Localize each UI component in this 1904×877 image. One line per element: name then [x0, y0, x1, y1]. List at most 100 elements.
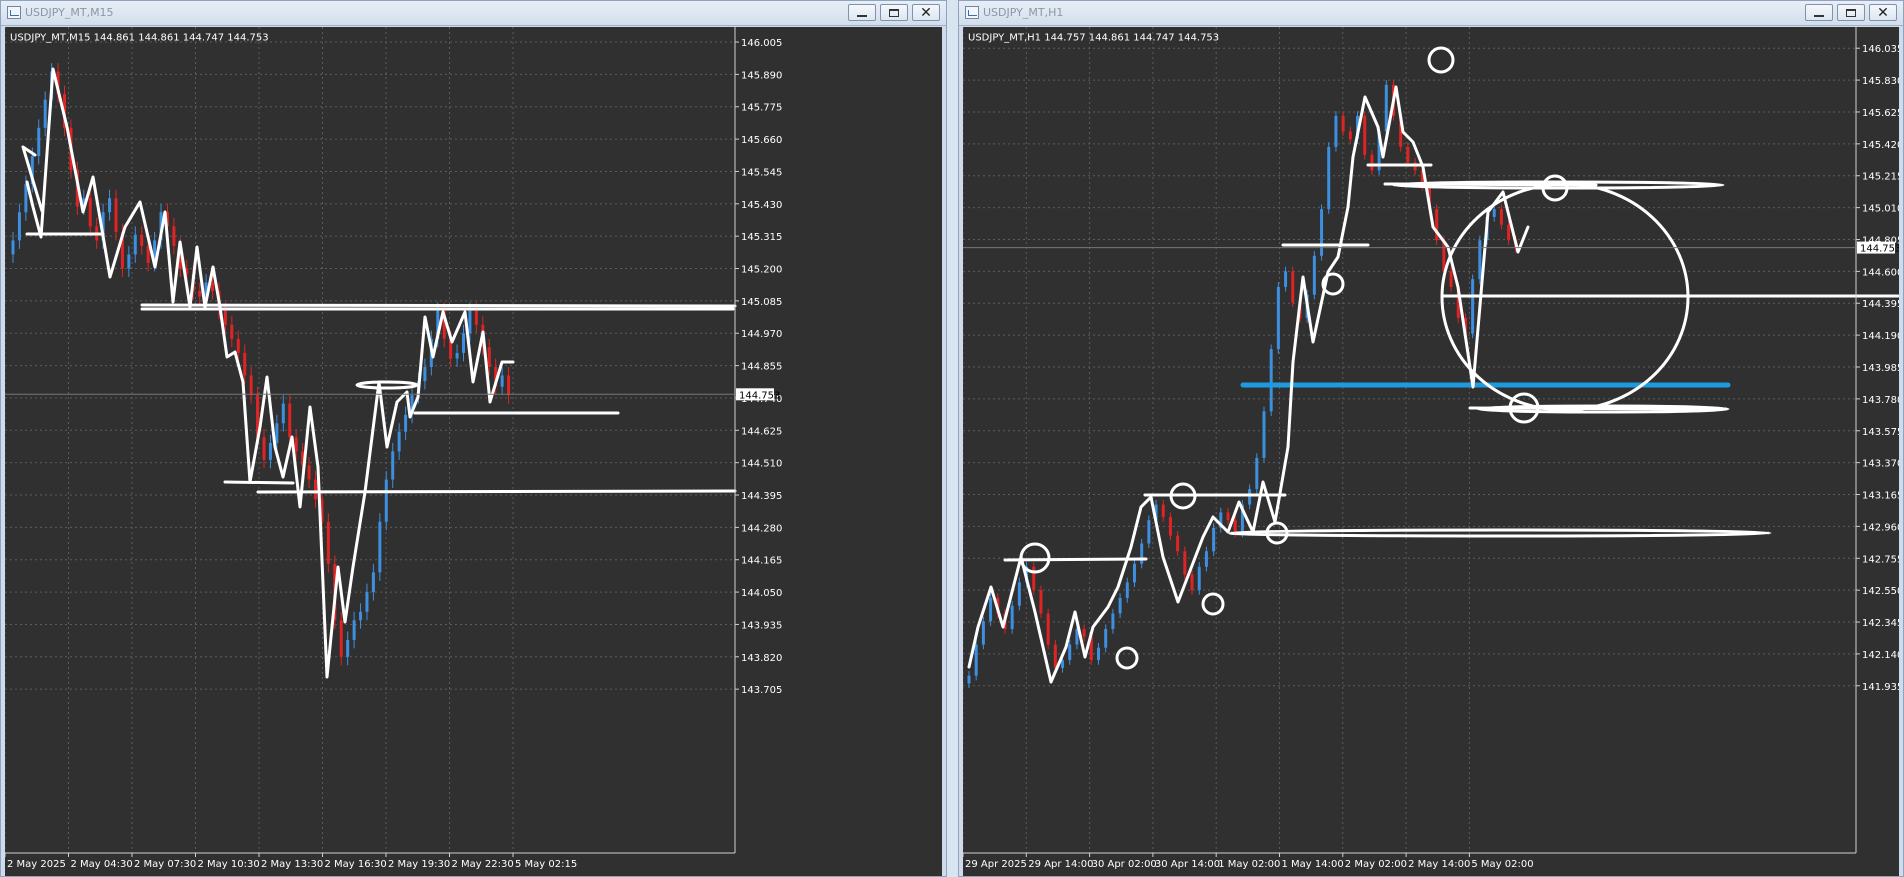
pivot-circle[interactable] [1201, 592, 1225, 616]
candle-body [211, 282, 215, 292]
candle-body [294, 437, 298, 452]
horizontal-line[interactable] [256, 489, 737, 494]
candle-body [1111, 613, 1115, 630]
candle-body [1341, 115, 1345, 132]
candle-body [423, 367, 427, 382]
candle-body [230, 324, 234, 339]
close-button[interactable]: ✕ [1869, 4, 1897, 21]
candle-body [249, 375, 253, 396]
candle-body [223, 310, 227, 325]
price-tick-label: 144.395 [1862, 299, 1899, 310]
candle-body [1269, 349, 1273, 412]
candle-body [500, 375, 504, 387]
candle-body [339, 620, 343, 657]
candle-body [1161, 504, 1165, 518]
candle-body [989, 597, 993, 622]
ellipse-marker[interactable] [355, 380, 419, 390]
price-tick-label: 145.315 [741, 232, 782, 243]
chart-window-h1[interactable]: USDJPY_MT,H1 ✕ 146.035 145.830 145.625 1… [958, 0, 1904, 877]
pivot-circle[interactable] [1265, 521, 1289, 545]
candle-body [384, 479, 388, 522]
minimize-icon [1814, 14, 1824, 17]
close-icon: ✕ [920, 4, 932, 21]
candle-body [352, 620, 356, 640]
time-tick-label: 2 May 13:30 [261, 859, 323, 870]
candle-body [43, 99, 47, 128]
horizontal-line[interactable] [223, 480, 295, 485]
candle-body [11, 240, 15, 255]
candle-body [1262, 411, 1266, 458]
candle-body [326, 521, 330, 564]
price-tick-label: 145.830 [1862, 76, 1899, 87]
price-tick-label: 141.935 [1862, 682, 1899, 693]
candle-body [288, 403, 292, 438]
time-tick-label: 2 May 04:30 [71, 859, 133, 870]
price-tick-label: 145.010 [1862, 204, 1899, 215]
range-ellipse[interactable] [1228, 528, 1772, 538]
price-tick-label: 144.510 [741, 459, 782, 470]
price-tick-label: 144.050 [741, 588, 782, 599]
price-tick-label: 143.705 [741, 685, 782, 696]
candle-body [455, 352, 459, 359]
candle-body [108, 198, 112, 213]
candle-body [1312, 255, 1316, 295]
price-tick-label: 143.935 [741, 620, 782, 631]
price-tick-label: 145.215 [1862, 172, 1899, 183]
candle-body [468, 310, 472, 334]
time-tick-label: 2 May 10:30 [198, 859, 260, 870]
candle-body [371, 572, 375, 593]
chart-window-m15[interactable]: USDJPY_MT,M15 ✕ 146.005 145.890 145.775 145… [0, 0, 947, 877]
price-chart-m15[interactable]: 146.005 145.890 145.775 145.660 145.545 145.4… [5, 27, 942, 876]
candle-body [397, 431, 401, 452]
candle-body [1140, 543, 1144, 564]
candle-body [462, 333, 466, 353]
horizontal-line[interactable] [1003, 557, 1148, 562]
candle-body [1478, 240, 1482, 280]
maximize-button[interactable] [1837, 4, 1865, 21]
candle-body [378, 521, 382, 573]
candle-body [262, 437, 266, 460]
time-tick-label: 5 May 02:00 [1471, 859, 1533, 870]
candle-body [1039, 590, 1043, 614]
candle-body [133, 234, 137, 255]
window-titlebar[interactable]: USDJPY_MT,M15 ✕ [1, 1, 946, 26]
price-tick-label: 142.755 [1862, 554, 1899, 565]
candle-body [1284, 271, 1288, 287]
zigzag-drawing[interactable] [25, 67, 515, 679]
horizontal-line[interactable] [140, 303, 737, 308]
maximize-button[interactable] [880, 4, 908, 21]
price-tick-label: 144.625 [741, 426, 782, 437]
candle-body [1291, 271, 1295, 303]
pivot-circle[interactable] [1115, 646, 1139, 670]
price-tick-label: 143.165 [1862, 491, 1899, 502]
chart-area[interactable]: 146.005 145.890 145.775 145.660 145.545 145.4… [5, 27, 942, 876]
price-tick-label: 145.890 [741, 70, 782, 81]
candle-body [1276, 286, 1280, 350]
candle-body [1233, 520, 1237, 533]
candle-body [1132, 563, 1136, 583]
candle-body [967, 675, 971, 684]
candle-body [507, 375, 511, 396]
window-titlebar[interactable]: USDJPY_MT,H1 ✕ [959, 1, 1903, 26]
user-drawings[interactable] [21, 67, 737, 679]
current-price-label: 144.753 [739, 390, 780, 401]
price-tick-label: 142.345 [1862, 618, 1899, 629]
pivot-circle[interactable] [1427, 46, 1455, 74]
chart-area[interactable]: 146.035 145.830 145.625 145.420 145.215 145.0… [963, 27, 1899, 876]
minimize-button[interactable] [1805, 4, 1833, 21]
close-button[interactable]: ✕ [912, 4, 940, 21]
candle-body [474, 310, 478, 325]
minimize-button[interactable] [848, 4, 876, 21]
symbol-info-label: USDJPY_MT,M15 144.861 144.861 144.747 14… [10, 32, 269, 43]
price-tick-label: 143.820 [741, 653, 782, 664]
candle-body [1255, 457, 1259, 490]
window-title: USDJPY_MT,H1 [983, 6, 1064, 19]
candle-body [1248, 489, 1252, 505]
price-chart-h1[interactable]: 146.035 145.830 145.625 145.420 145.215 145.0… [963, 27, 1899, 876]
price-tick-label: 145.545 [741, 167, 782, 178]
time-tick-label: 2 May 19:30 [388, 859, 450, 870]
user-drawings[interactable] [967, 46, 1899, 684]
candle-body [1492, 209, 1496, 217]
candle-body [346, 639, 350, 657]
candle-body [281, 403, 285, 424]
